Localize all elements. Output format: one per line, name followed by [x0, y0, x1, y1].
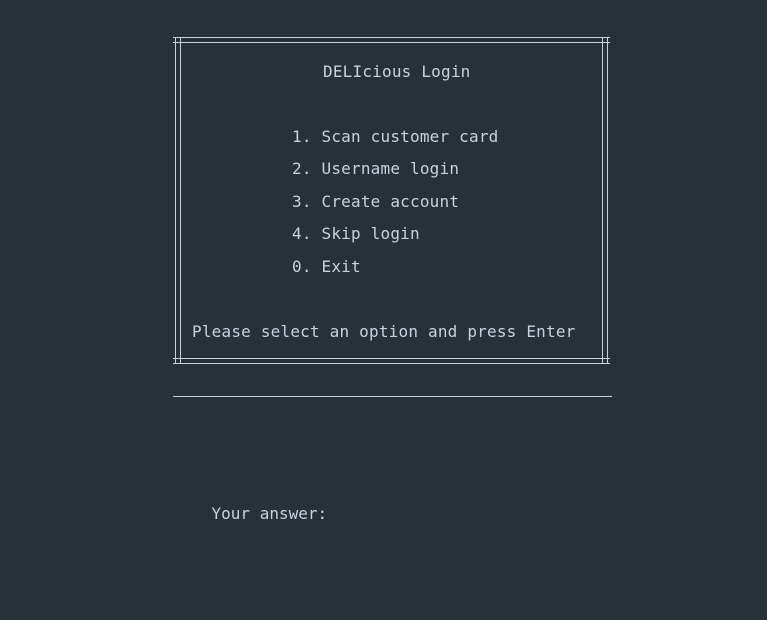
- menu-frame-right: [602, 37, 608, 364]
- menu-instruction: Please select an option and press Enter: [192, 322, 576, 341]
- answer-prompt-label: Your answer:: [211, 504, 328, 523]
- menu-item-skip-login: 4. Skip login: [292, 224, 420, 243]
- menu-frame-left: [175, 37, 181, 364]
- menu-frame-bottom: [173, 358, 610, 364]
- menu-item-create-account: 3. Create account: [292, 192, 460, 211]
- separator-line: [173, 396, 612, 397]
- menu-frame-top: [173, 37, 610, 43]
- answer-prompt[interactable]: Your answer:: [173, 484, 328, 544]
- menu-title: DELIcious Login: [323, 62, 471, 81]
- menu-item-exit: 0. Exit: [292, 257, 361, 276]
- terminal-window: DELIcious Login 1. Scan customer card 2.…: [0, 0, 767, 620]
- menu-item-scan-card: 1. Scan customer card: [292, 127, 499, 146]
- menu-item-username-login: 2. Username login: [292, 159, 460, 178]
